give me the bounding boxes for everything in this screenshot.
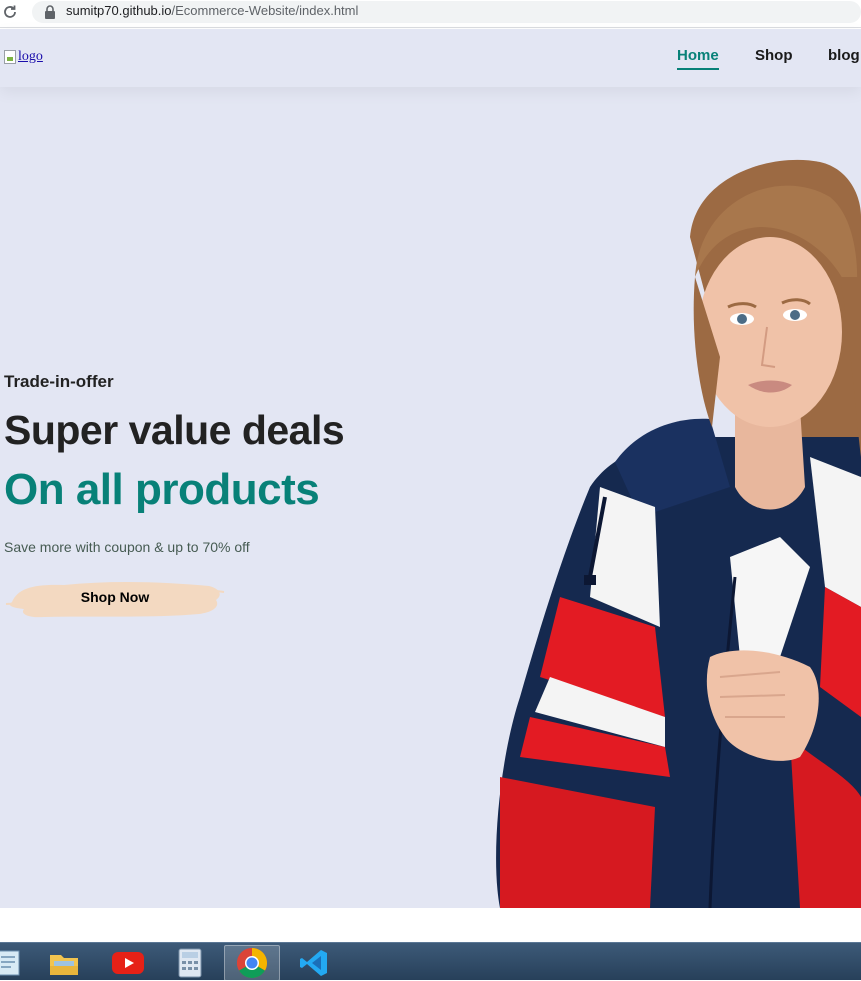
broken-image-icon (4, 50, 16, 64)
browser-address-bar: sumitp70.github.io/Ecommerce-Website/ind… (0, 0, 861, 28)
url-text[interactable]: sumitp70.github.io/Ecommerce-Website/ind… (66, 3, 358, 18)
nav-home[interactable]: Home (677, 47, 719, 70)
site-header: logo Home Shop blog (0, 29, 861, 87)
shop-now-label: Shop Now (80, 589, 150, 605)
os-taskbar (0, 942, 861, 981)
url-path: /Ecommerce-Website/index.html (171, 3, 359, 18)
hero-headline: Super value deals (4, 407, 345, 453)
hero-section: Trade-in-offer Super value deals On all … (0, 87, 861, 908)
vscode-icon[interactable] (286, 945, 342, 981)
url-host: sumitp70.github.io (66, 3, 172, 18)
hero-subtext: Save more with coupon & up to 70% off (4, 539, 250, 555)
youtube-icon[interactable] (100, 945, 156, 981)
page-bottom-strip (0, 908, 861, 942)
shop-now-button[interactable]: Shop Now (4, 576, 226, 622)
lock-icon (44, 4, 56, 19)
hero-eyebrow: Trade-in-offer (4, 372, 114, 391)
reload-icon[interactable] (2, 4, 20, 22)
calculator-icon[interactable] (162, 945, 218, 981)
nav-blog[interactable]: blog (828, 47, 860, 64)
chrome-icon[interactable] (224, 945, 280, 981)
file-explorer-icon[interactable] (36, 945, 92, 981)
notepad-icon[interactable] (0, 945, 36, 981)
hero-headline-accent: On all products (4, 465, 320, 514)
logo-link[interactable]: logo (4, 49, 43, 65)
logo-alt-text: logo (18, 49, 43, 64)
hero-model-image (496, 159, 861, 908)
nav-shop[interactable]: Shop (755, 47, 793, 64)
